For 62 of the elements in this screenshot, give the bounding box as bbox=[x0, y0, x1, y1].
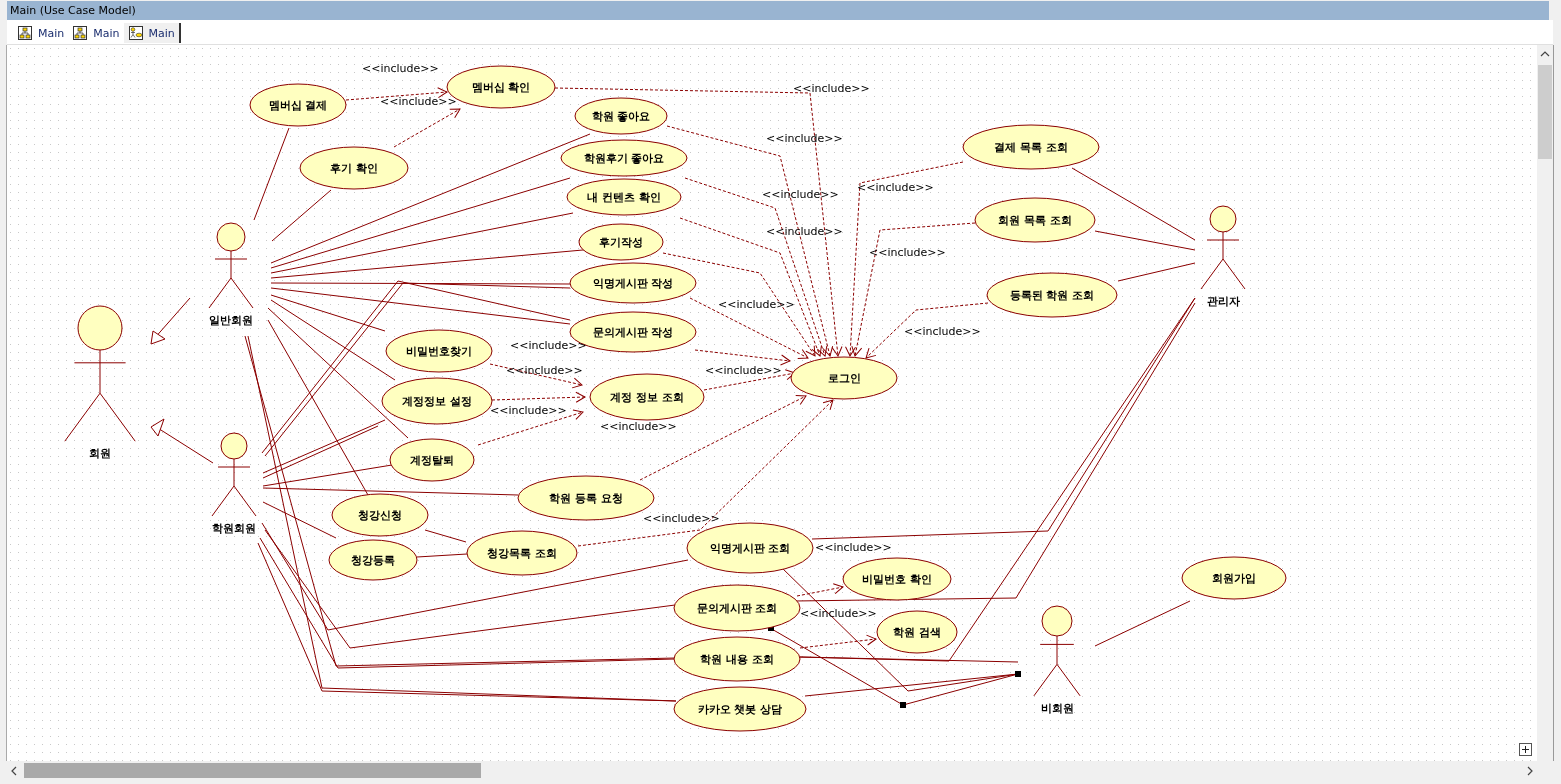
use-case[interactable]: 회원 목록 조회 bbox=[974, 197, 1096, 243]
include-label: <<include>> bbox=[704, 364, 782, 377]
include-label: <<include>> bbox=[761, 188, 839, 201]
actor-label: 관리자 bbox=[1206, 295, 1240, 308]
use-case[interactable]: 학원 좋아요 bbox=[574, 97, 668, 135]
include-label: <<include>> bbox=[856, 181, 934, 194]
use-case[interactable]: 계정 정보 조회 bbox=[589, 373, 705, 421]
generalization-arrow bbox=[150, 297, 191, 345]
use-case[interactable]: 로그인 bbox=[790, 356, 898, 400]
include-label: <<include>> bbox=[599, 420, 677, 433]
use-case[interactable]: 계정탈퇴 bbox=[389, 438, 475, 482]
use-case[interactable]: 학원 내용 조회 bbox=[673, 636, 801, 682]
actor-icon[interactable] bbox=[63, 305, 136, 442]
use-case[interactable]: 익명게시판 조회 bbox=[686, 522, 814, 574]
use-case[interactable]: 문의게시판 조회 bbox=[673, 584, 801, 632]
use-case[interactable]: 청강목록 조회 bbox=[466, 530, 578, 576]
diagram-tab[interactable]: Main bbox=[68, 23, 124, 43]
include-label: <<include>> bbox=[361, 62, 439, 75]
use-case[interactable]: 등록된 학원 조회 bbox=[986, 272, 1118, 318]
actor-label: 비회원 bbox=[1040, 701, 1074, 715]
use-case[interactable]: 결제 목록 조회 bbox=[962, 124, 1100, 170]
actor-icon[interactable] bbox=[208, 222, 254, 309]
use-case[interactable]: 익명게시판 작성 bbox=[569, 262, 697, 304]
generalization-arrow bbox=[150, 418, 214, 464]
include-label: <<include>> bbox=[868, 246, 946, 259]
use-case[interactable]: 카카오 챗봇 상담 bbox=[673, 686, 807, 732]
scrollbar-thumb[interactable] bbox=[24, 763, 481, 778]
actor-label: 회원 bbox=[88, 447, 111, 461]
include-label: <<include>> bbox=[765, 132, 843, 145]
use-case[interactable]: 후기작성 bbox=[578, 223, 664, 261]
use-case[interactable]: 학원후기 좋아요 bbox=[560, 139, 688, 177]
use-case[interactable]: 학원 검색 bbox=[876, 610, 958, 654]
include-label: <<include>> bbox=[792, 82, 870, 95]
actor-label: 학원회원 bbox=[211, 522, 256, 535]
include-label: <<include>> bbox=[903, 325, 981, 338]
selection-handle[interactable] bbox=[1014, 671, 1021, 677]
use-case[interactable]: 회원가입 bbox=[1181, 556, 1287, 600]
actor-label: 일반회원 bbox=[208, 314, 253, 327]
use-case[interactable]: 내 컨텐츠 확인 bbox=[566, 178, 682, 216]
include-label: <<include>> bbox=[717, 298, 795, 311]
use-case[interactable]: 후기 확인 bbox=[299, 146, 409, 190]
actor-icon[interactable] bbox=[211, 432, 257, 517]
scrollbar-thumb[interactable] bbox=[1537, 65, 1552, 159]
use-case[interactable]: 비밀번호찾기 bbox=[385, 329, 493, 373]
include-label: <<include>> bbox=[814, 541, 892, 554]
include-arrow bbox=[393, 108, 461, 148]
actor-icon[interactable] bbox=[1200, 205, 1246, 290]
use-case-diagram-icon bbox=[127, 25, 144, 41]
include-arrow bbox=[796, 583, 844, 597]
use-case[interactable]: 멤버십 결제 bbox=[249, 83, 347, 127]
selection-handle[interactable] bbox=[899, 702, 906, 708]
diagram-icon bbox=[17, 25, 33, 41]
window-title: Main (Use Case Model) bbox=[7, 1, 1549, 20]
diagram-icon bbox=[72, 25, 89, 41]
use-case[interactable]: 청강신청 bbox=[331, 493, 429, 537]
diagram-tab[interactable]: Main bbox=[13, 23, 69, 43]
diagram-tab[interactable]: Main bbox=[123, 23, 181, 43]
pan-icon[interactable] bbox=[1518, 743, 1532, 756]
include-label: <<include>> bbox=[765, 225, 843, 238]
actor-icon[interactable] bbox=[1033, 605, 1081, 697]
use-case[interactable]: 청강등록 bbox=[328, 539, 418, 581]
use-case[interactable]: 비밀번호 확인 bbox=[842, 557, 952, 601]
